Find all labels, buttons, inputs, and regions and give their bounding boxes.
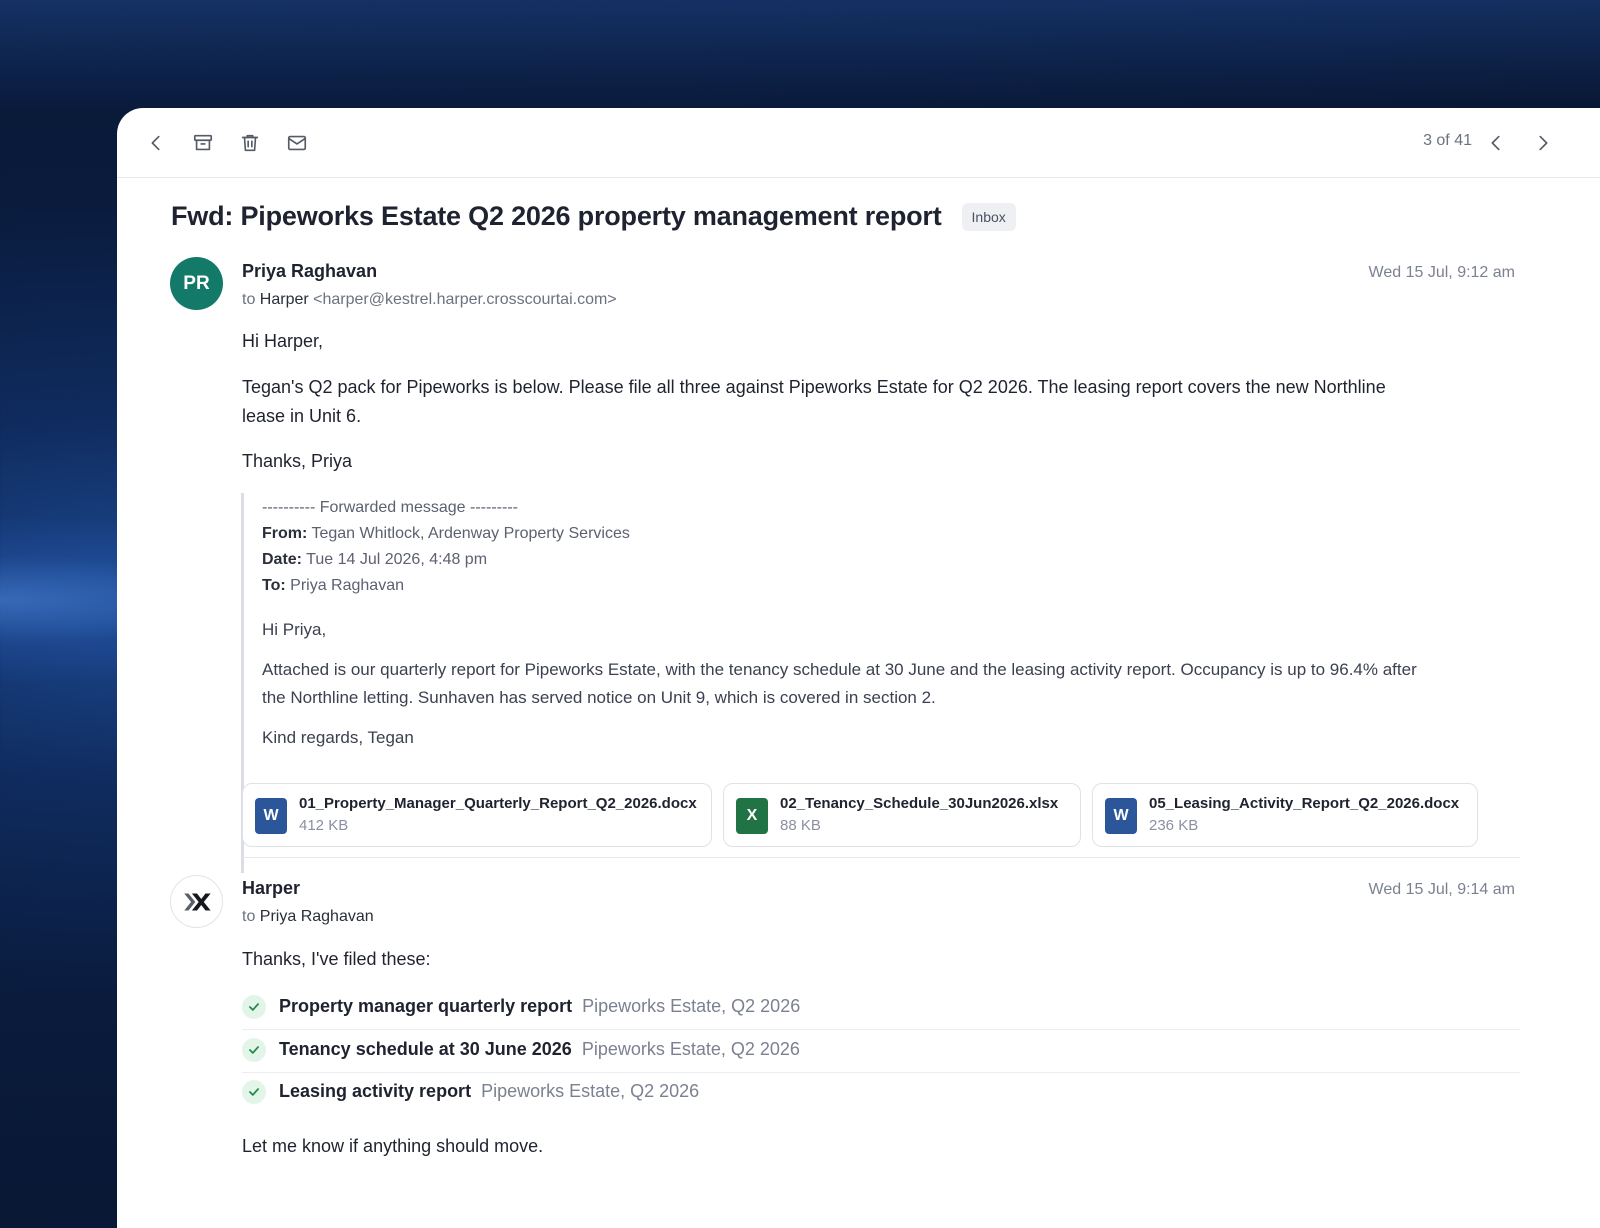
- attachment-size: 236 KB: [1149, 817, 1199, 834]
- filed-item: Property manager quarterly report Pipewor…: [242, 987, 1520, 1030]
- forwarded-date: Date: Tue 14 Jul 2026, 4:48 pm: [262, 549, 487, 571]
- background-top: [0, 0, 1600, 110]
- attachment-name: 01_Property_Manager_Quarterly_Report_Q2_…: [299, 795, 697, 812]
- recipient-name: Harper: [259, 291, 309, 308]
- mail-icon[interactable]: [284, 130, 310, 156]
- recipient-line: to Priya Raghavan: [242, 908, 374, 926]
- email-window: 3 of 41 Fwd: Pipeworks Estate Q2 2026 pr…: [117, 108, 1600, 1228]
- filed-item: Tenancy schedule at 30 June 2026 Pipework…: [242, 1030, 1520, 1073]
- avatar: PR: [170, 257, 223, 310]
- check-icon: [242, 1038, 266, 1062]
- attachment-card[interactable]: X 02_Tenancy_Schedule_30Jun2026.xlsx 88 …: [723, 783, 1081, 847]
- trash-icon[interactable]: [237, 130, 263, 156]
- to-prefix: to: [242, 291, 256, 308]
- sender-name[interactable]: Harper: [242, 878, 300, 899]
- from-label: From:: [262, 525, 308, 542]
- message-counter: 3 of 41: [1423, 132, 1472, 149]
- timestamp: Wed 15 Jul, 9:14 am: [1368, 881, 1515, 898]
- forwarded-to: To: Priya Raghavan: [262, 575, 404, 597]
- forwarded-from: From: Tegan Whitlock, Ardenway Property …: [262, 523, 630, 545]
- toolbar: 3 of 41: [117, 108, 1600, 178]
- filed-item-meta: Pipeworks Estate, Q2 2026: [481, 1081, 700, 1101]
- filed-item-text: Tenancy schedule at 30 June 2026 Pipework…: [279, 1039, 800, 1060]
- label-badge[interactable]: Inbox: [961, 202, 1016, 231]
- attachment-name: 02_Tenancy_Schedule_30Jun2026.xlsx: [780, 795, 1059, 812]
- harper-logo-icon: [183, 893, 211, 910]
- to-value: Priya Raghavan: [290, 577, 404, 594]
- forwarded-signoff: Kind regards, Tegan: [262, 728, 414, 747]
- filed-item-title: Property manager quarterly report: [279, 996, 573, 1016]
- filed-item-meta: Pipeworks Estate, Q2 2026: [581, 1039, 800, 1059]
- greeting: Hi Harper,: [242, 331, 324, 351]
- signoff: Thanks, Priya: [242, 451, 353, 471]
- attachment-card[interactable]: W 01_Property_Manager_Quarterly_Report_Q…: [242, 783, 712, 847]
- recipient-name: Priya Raghavan: [259, 908, 374, 925]
- recipient-email: <harper@kestrel.harper.crosscourtai.com>: [313, 291, 617, 308]
- attachment-size: 412 KB: [299, 817, 349, 834]
- forwarded-body: Attached is our quarterly report for Pip…: [262, 656, 1512, 712]
- timestamp: Wed 15 Jul, 9:12 am: [1368, 264, 1515, 281]
- forwarded-greeting: Hi Priya,: [262, 620, 327, 639]
- excel-file-icon: X: [736, 798, 768, 834]
- filed-item-text: Leasing activity report Pipeworks Estate,…: [279, 1081, 699, 1102]
- filed-item-title: Leasing activity report: [279, 1081, 472, 1101]
- email-subject: Fwd: Pipeworks Estate Q2 2026 property m…: [171, 201, 942, 231]
- recipient-line: to Harper <harper@kestrel.harper.crossco…: [242, 291, 617, 309]
- filed-item: Leasing activity report Pipeworks Estate,…: [242, 1072, 1520, 1114]
- attachment-name: 05_Leasing_Activity_Report_Q2_2026.docx: [1149, 795, 1460, 812]
- sender-name[interactable]: Priya Raghavan: [242, 261, 377, 282]
- archive-icon[interactable]: [190, 130, 216, 156]
- forwarded-body-line: Attached is our quarterly report for Pip…: [262, 660, 1417, 679]
- from-value: Tegan Whitlock, Ardenway Property Servic…: [311, 525, 630, 542]
- paragraph-line: lease in Unit 6.: [242, 406, 362, 426]
- word-file-icon: W: [255, 798, 287, 834]
- chevron-right-icon[interactable]: [1530, 130, 1556, 156]
- filed-item-text: Property manager quarterly report Pipewor…: [279, 996, 800, 1017]
- reply-closing: Let me know if anything should move.: [242, 1136, 544, 1156]
- forwarded-body-line: the Northline letting. Sunhaven has serv…: [262, 688, 936, 707]
- chevron-left-icon[interactable]: [1483, 130, 1509, 156]
- to-prefix: to: [242, 908, 256, 925]
- attachment-size: 88 KB: [780, 817, 821, 834]
- paragraph-line: Tegan's Q2 pack for Pipeworks is below. …: [242, 377, 1386, 397]
- to-label: To:: [262, 577, 286, 594]
- harper-logo-avatar: [170, 875, 223, 928]
- filed-item-title: Tenancy schedule at 30 June 2026: [279, 1039, 572, 1059]
- check-icon: [242, 1080, 266, 1104]
- back-icon[interactable]: [143, 130, 169, 156]
- reply-intro: Thanks, I've filed these:: [242, 949, 431, 969]
- filed-item-meta: Pipeworks Estate, Q2 2026: [582, 996, 801, 1016]
- attachment-card[interactable]: W 05_Leasing_Activity_Report_Q2_2026.doc…: [1092, 783, 1478, 847]
- message-paragraph: Tegan's Q2 pack for Pipeworks is below. …: [242, 373, 1502, 431]
- date-value: Tue 14 Jul 2026, 4:48 pm: [306, 551, 488, 568]
- word-file-icon: W: [1105, 798, 1137, 834]
- forwarded-header: ---------- Forwarded message ---------: [262, 499, 518, 516]
- subject-row: Fwd: Pipeworks Estate Q2 2026 property m…: [171, 201, 1016, 232]
- message-divider: [242, 857, 1520, 858]
- date-label: Date:: [262, 551, 303, 568]
- check-icon: [242, 995, 266, 1019]
